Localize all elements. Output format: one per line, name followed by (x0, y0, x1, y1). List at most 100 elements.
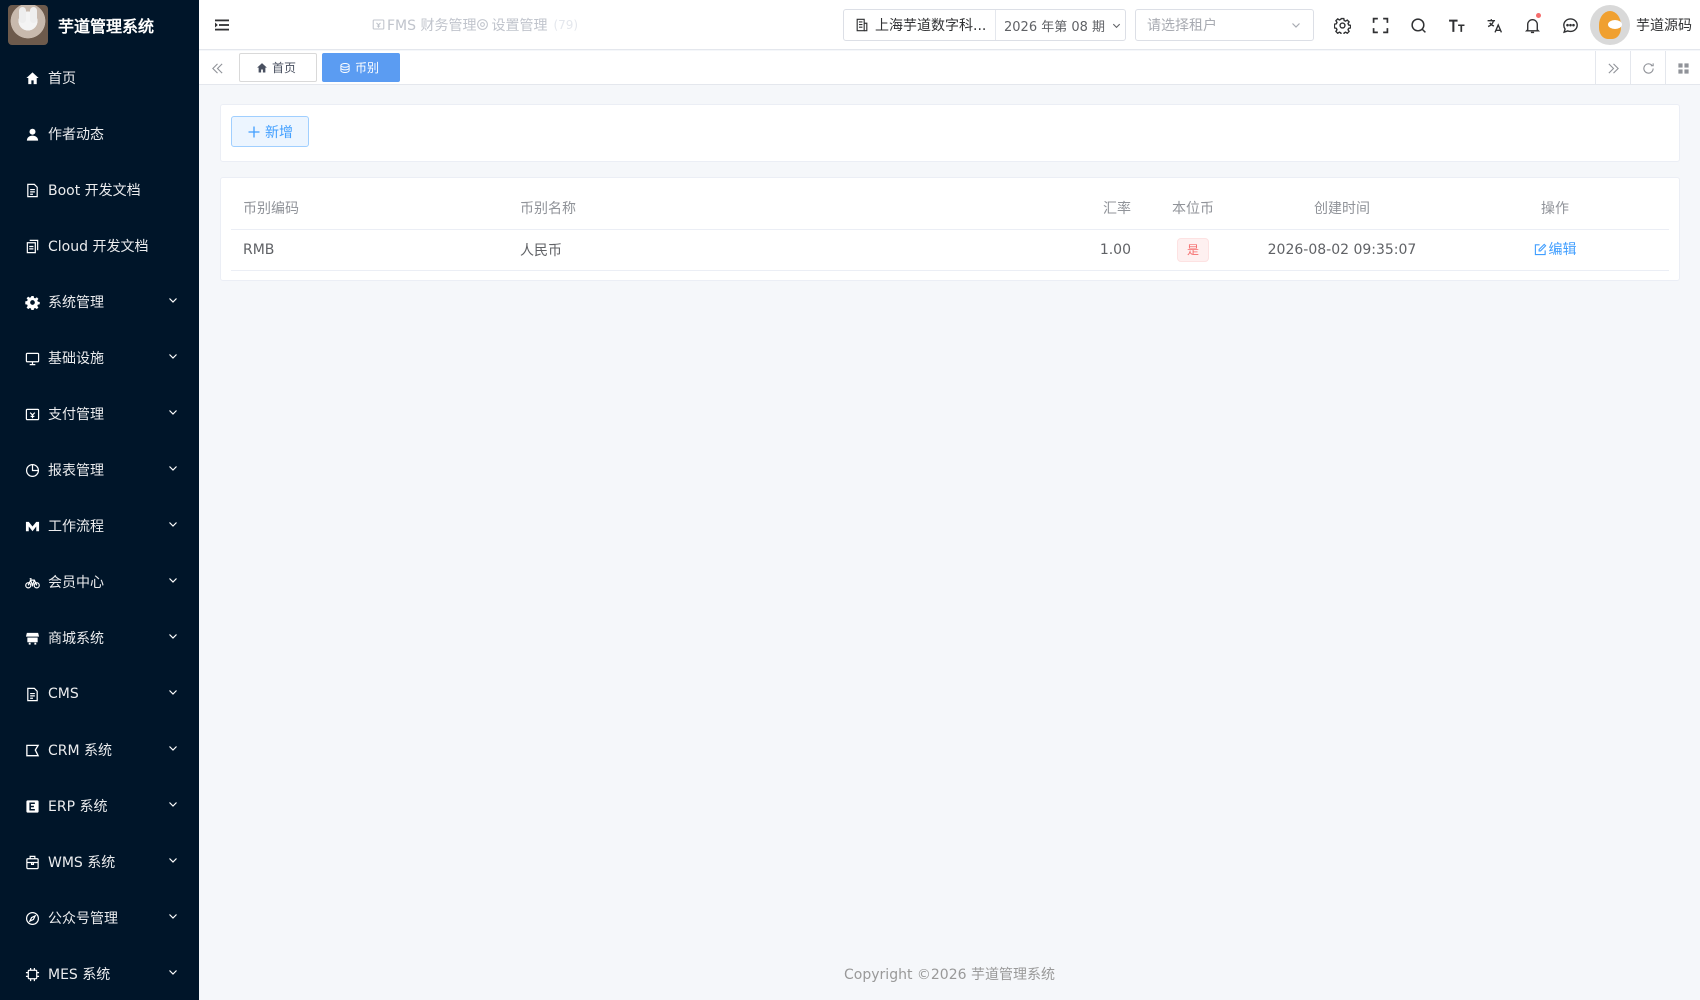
sidebar-item-label: Boot 开发文档 (48, 183, 141, 199)
shop-icon (24, 630, 40, 646)
table-card: 币别编码 币别名称 汇率 本位币 创建时间 操作 RMB 人民币 1.00 是 … (220, 177, 1680, 281)
sidebar-item-mes[interactable]: MES 系统 (0, 946, 199, 1000)
notification-button[interactable] (1513, 0, 1551, 50)
sidebar-item-report[interactable]: 报表管理 (0, 442, 199, 498)
sidebar-item-erp[interactable]: ERP 系统 (0, 778, 199, 834)
column-header-name[interactable]: 币别名称 (508, 188, 1073, 230)
column-header-code[interactable]: 币别编码 (231, 188, 508, 230)
finance-icon (372, 19, 385, 30)
monitor-icon (24, 350, 40, 366)
tenant-placeholder: 请选择租户 (1147, 18, 1217, 34)
chevron-down-icon (167, 294, 179, 310)
refresh-icon (1642, 62, 1654, 74)
currency-table: 币别编码 币别名称 汇率 本位币 创建时间 操作 RMB 人民币 1.00 是 … (231, 188, 1669, 271)
sidebar-item-label: 基础设施 (48, 351, 104, 367)
add-button[interactable]: 新增 (231, 116, 309, 147)
sidebar-item-author-news[interactable]: 作者动态 (0, 106, 199, 162)
column-header-base[interactable]: 本位币 (1143, 188, 1243, 230)
cell-rate: 1.00 (1073, 229, 1143, 271)
sidebar-item-payment[interactable]: 支付管理 (0, 386, 199, 442)
top-nav-label: FMS 财务管理 (387, 17, 477, 34)
sidebar-item-cms[interactable]: CMS (0, 666, 199, 722)
avatar (1590, 5, 1630, 45)
sidebar-item-label: 商城系统 (48, 631, 104, 647)
chevron-down-icon (167, 798, 179, 814)
company-name: 上海芋道数字科... (875, 18, 987, 34)
cell-name: 人民币 (508, 229, 1073, 271)
sidebar-item-crm[interactable]: CRM 系统 (0, 722, 199, 778)
home-icon (24, 70, 40, 86)
tags-scroll-left-button[interactable] (199, 51, 235, 85)
payment-icon (24, 406, 40, 422)
top-nav-fms[interactable]: FMS 财务管理 (372, 15, 476, 35)
plus-icon (248, 126, 260, 137)
sidebar-item-wechat[interactable]: 公众号管理 (0, 890, 199, 946)
notification-dot (1536, 13, 1541, 18)
font-size-button[interactable] (1437, 0, 1475, 50)
sidebar-item-label: 支付管理 (48, 407, 104, 423)
company-selector[interactable]: 上海芋道数字科... (844, 10, 996, 40)
collapse-menu-button[interactable] (212, 15, 232, 35)
edit-button[interactable]: 编辑 (1534, 239, 1577, 259)
sidebar-item-member[interactable]: 会员中心 (0, 554, 199, 610)
sidebar-item-wms[interactable]: WMS 系统 (0, 834, 199, 890)
tenant-select[interactable]: 请选择租户 (1135, 9, 1314, 41)
sidebar-item-infra[interactable]: 基础设施 (0, 330, 199, 386)
table-row[interactable]: RMB 人民币 1.00 是 2026-08-02 09:35:07 编辑 (231, 229, 1669, 271)
sidebar-item-workflow[interactable]: 工作流程 (0, 498, 199, 554)
sidebar-item-label: WMS 系统 (48, 855, 116, 871)
crm-icon (24, 742, 40, 758)
column-header-created[interactable]: 创建时间 (1243, 188, 1441, 230)
sidebar-item-label: CRM 系统 (48, 743, 113, 759)
refresh-tab-button[interactable] (1630, 51, 1665, 85)
sidebar-item-system[interactable]: 系统管理 (0, 274, 199, 330)
workflow-icon (24, 518, 40, 534)
sidebar-item-boot-docs[interactable]: Boot 开发文档 (0, 162, 199, 218)
settings-button[interactable] (1323, 0, 1361, 50)
pie-chart-icon (24, 462, 40, 478)
chip-icon (24, 966, 40, 982)
user-menu[interactable]: 芋道源码 (1590, 5, 1692, 45)
tag-currency[interactable]: 币别 (322, 53, 401, 82)
message-button[interactable] (1551, 0, 1589, 50)
chevron-down-icon (1112, 23, 1121, 28)
cell-actions: 编辑 (1441, 229, 1669, 271)
grid-icon (1677, 62, 1689, 74)
sidebar-item-label: CMS (48, 686, 79, 702)
header-tools (1323, 0, 1589, 50)
sidebar-item-label: 作者动态 (48, 127, 104, 143)
chevron-down-icon (167, 406, 179, 422)
logo[interactable]: 芋道管理系统 (0, 0, 199, 50)
chevron-down-icon (167, 350, 179, 366)
translate-icon (1487, 18, 1502, 33)
cell-created: 2026-08-02 09:35:07 (1243, 229, 1441, 271)
tab-menu-button[interactable] (1665, 51, 1700, 85)
logo-image (8, 5, 48, 45)
sidebar-item-label: 报表管理 (48, 463, 104, 479)
period-selector[interactable]: 2026 年第 08 期 (996, 16, 1122, 35)
tag-home[interactable]: 首页 (239, 53, 318, 82)
top-header: FMS 财务管理 设置管理 (79) 上海芋道数字科... 2026 年第 08… (199, 0, 1700, 50)
top-nav-count: (79) (553, 17, 579, 32)
sidebar-item-home[interactable]: 首页 (0, 50, 199, 106)
fullscreen-button[interactable] (1361, 0, 1399, 50)
sidebar-item-cloud-docs[interactable]: Cloud 开发文档 (0, 218, 199, 274)
tags-scroll-right-button[interactable] (1595, 51, 1630, 85)
building-icon (856, 18, 868, 32)
sidebar-item-label: 公众号管理 (48, 911, 118, 927)
sidebar-item-label: MES 系统 (48, 967, 111, 983)
top-nav-settings[interactable]: 设置管理 (79) (476, 15, 578, 35)
company-period-selector: 上海芋道数字科... 2026 年第 08 期 (843, 9, 1126, 41)
user-name: 芋道源码 (1636, 18, 1692, 34)
table-header-row: 币别编码 币别名称 汇率 本位币 创建时间 操作 (231, 188, 1669, 230)
edit-icon (1534, 243, 1546, 255)
language-button[interactable] (1475, 0, 1513, 50)
chevron-down-icon (167, 462, 179, 478)
tag-label: 币别 (355, 61, 380, 75)
period-value: 2026 年第 08 期 (1004, 19, 1106, 35)
add-button-label: 新增 (265, 123, 293, 140)
column-header-rate[interactable]: 汇率 (1073, 188, 1143, 230)
sidebar-item-mall[interactable]: 商城系统 (0, 610, 199, 666)
search-button[interactable] (1399, 0, 1437, 50)
home-icon (257, 62, 267, 72)
